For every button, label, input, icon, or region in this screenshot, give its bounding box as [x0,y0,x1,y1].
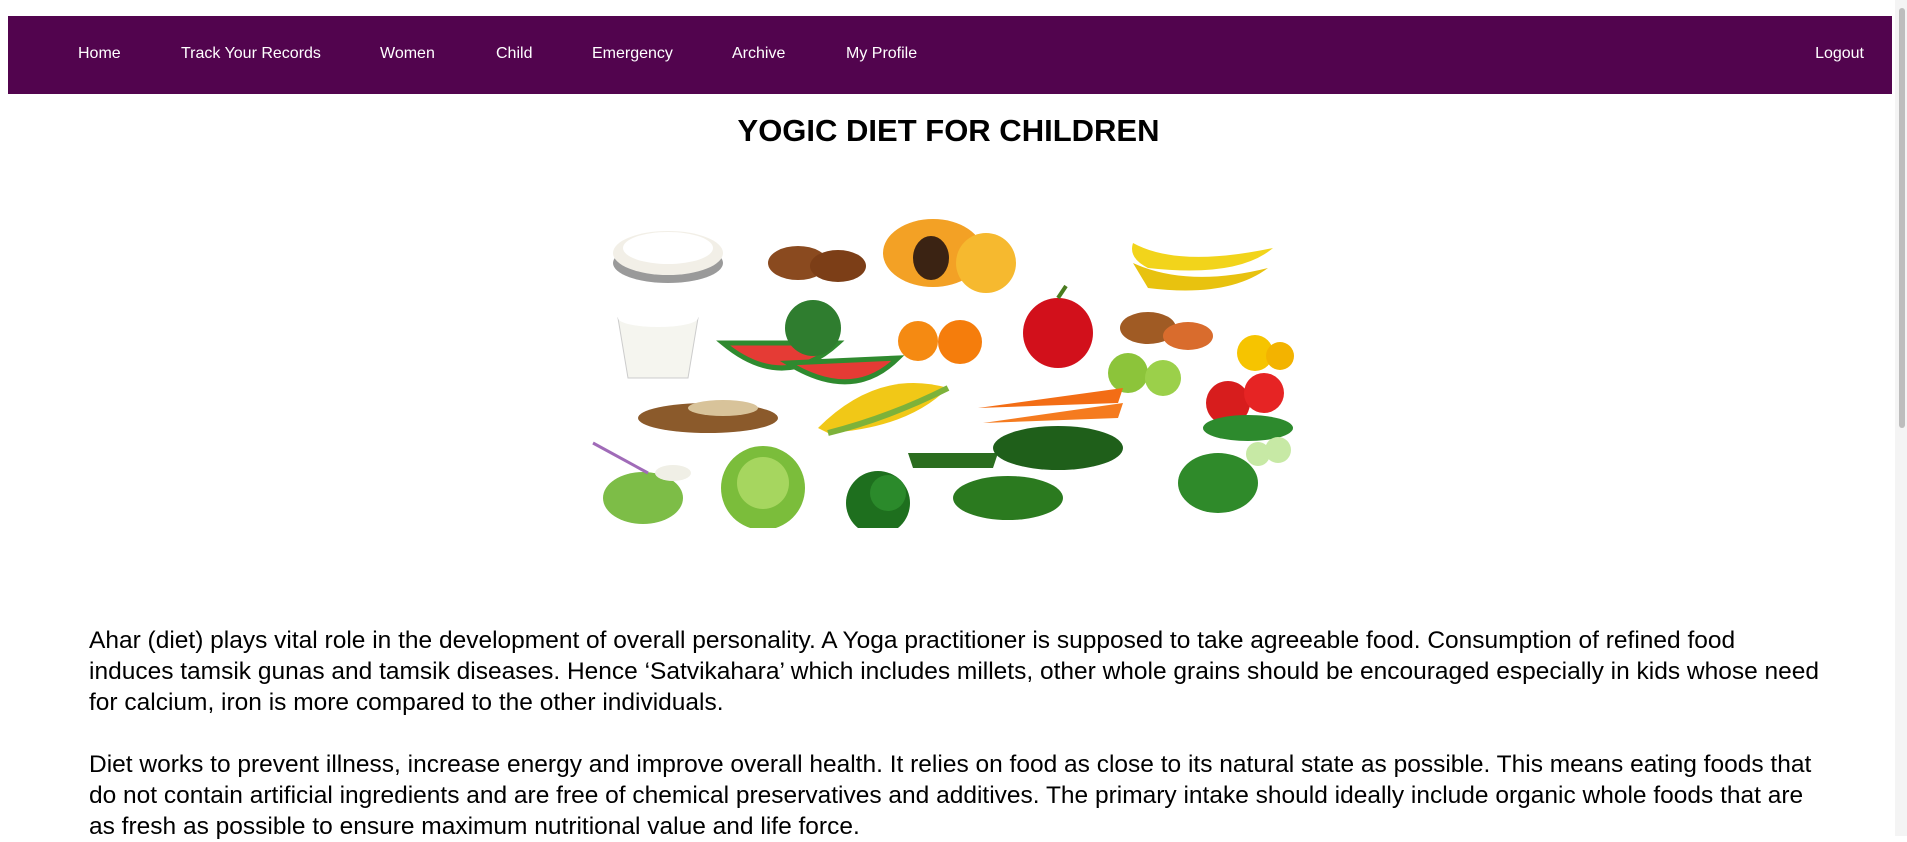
carrot-icon [978,388,1123,423]
orange-icon [898,320,982,364]
coconut-icon [592,441,691,524]
banana-icon [1132,243,1273,291]
nav-emergency[interactable]: Emergency [592,45,673,63]
nav-my-profile[interactable]: My Profile [846,45,917,63]
sweet-potato-icon [768,246,866,282]
lemon-icon [1237,335,1294,371]
nav-women[interactable]: Women [380,45,435,63]
nav-home[interactable]: Home [78,45,121,63]
papaya-icon [883,219,1016,293]
scrollbar-thumb[interactable] [1899,8,1905,428]
apple-icon [1023,284,1093,368]
cabbage-icon [721,446,805,528]
nav-archive[interactable]: Archive [732,45,785,63]
watermelon-icon [716,300,905,385]
page-scrollbar[interactable] [1895,0,1907,836]
rice-bowl-icon [613,231,723,283]
healthy-foods-image [592,219,1294,528]
spinach-icon [953,426,1258,520]
page-title: YOGIC DIET FOR CHILDREN [737,113,1160,148]
milk-glass-icon [617,309,699,379]
nav-child[interactable]: Child [496,45,532,63]
diet-paragraph-1: Ahar (diet) plays vital role in the deve… [89,627,1820,716]
main-navbar: Home Track Your Records Women Child Emer… [8,16,1892,94]
logout-button[interactable]: Logout [1815,45,1864,63]
nav-track-your-records[interactable]: Track Your Records [181,45,321,63]
chikoo-icon [1120,312,1213,350]
corn-icon [818,383,950,436]
nuts-icon [638,400,778,433]
beans-icon [908,453,998,468]
diet-paragraph-2: Diet works to prevent illness, increase … [89,751,1812,840]
capsicum-icon [846,471,910,528]
